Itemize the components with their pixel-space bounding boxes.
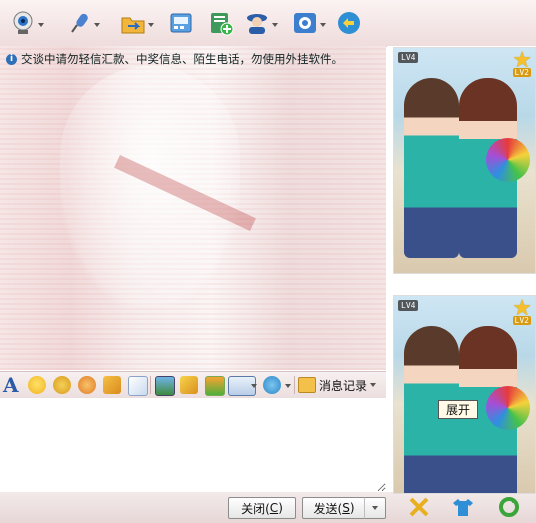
magic-emoticon-icon[interactable] (53, 376, 71, 394)
send-button[interactable]: 发送(S) (302, 497, 366, 519)
gift-icon[interactable] (205, 376, 225, 396)
close-button-label-pre: 关闭( (241, 501, 270, 516)
vip-level: LV2 (512, 316, 531, 325)
app-settings-button[interactable] (288, 8, 328, 40)
thumbs-icon[interactable] (103, 376, 121, 394)
level-badge: LV4 (398, 52, 419, 63)
sms-button[interactable] (164, 8, 204, 40)
skin-background-figure (60, 66, 240, 306)
chat-toolbar (0, 0, 536, 47)
close-button[interactable]: 关闭(C) (228, 497, 296, 519)
profile-panel: LV4 ★ LV2 LV4 ★ LV2 (387, 46, 536, 494)
history-icon (298, 377, 316, 393)
chevron-down-icon (372, 506, 378, 510)
chevron-down-icon[interactable] (285, 384, 291, 388)
refresh-icon[interactable] (498, 496, 520, 518)
show-toolbar (394, 493, 534, 521)
divider (150, 376, 151, 394)
info-icon: i (6, 53, 17, 65)
image-icon[interactable] (155, 376, 175, 396)
create-group-button[interactable] (204, 8, 244, 40)
message-input[interactable] (0, 398, 386, 492)
my-show-image[interactable]: LV4 ★ LV2 (393, 295, 536, 494)
level-badge: LV4 (398, 300, 419, 311)
chevron-down-icon[interactable] (94, 23, 100, 27)
create-group-icon (211, 13, 234, 36)
chevron-down-icon[interactable] (38, 23, 44, 27)
chevron-down-icon[interactable] (251, 384, 257, 388)
chevron-down-icon[interactable] (272, 23, 278, 27)
emoticon-icon[interactable] (28, 376, 46, 394)
chevron-down-icon[interactable] (370, 383, 377, 387)
user-info-button[interactable] (240, 8, 280, 40)
music-icon[interactable] (180, 376, 198, 394)
sms-icon (170, 13, 192, 33)
font-icon[interactable]: A (3, 373, 19, 397)
remote-assist-icon (338, 12, 360, 34)
format-toolbar: A 消息记录 (0, 371, 386, 399)
clothes-icon[interactable] (452, 496, 474, 518)
close-button-label-post: ) (278, 501, 283, 515)
xshow-icon[interactable] (408, 496, 430, 518)
user-info-icon (247, 14, 267, 34)
scribble-icon[interactable] (78, 376, 96, 394)
payment-icon[interactable] (263, 376, 281, 394)
webcam-icon (13, 11, 33, 34)
chat-history-area[interactable] (0, 46, 386, 370)
close-button-key: C (269, 501, 279, 515)
screenshot-icon[interactable] (128, 376, 148, 396)
chevron-down-icon[interactable] (320, 23, 326, 27)
app-settings-icon (294, 13, 316, 33)
remote-assist-button[interactable] (332, 8, 372, 40)
photo-pinwheel (486, 138, 530, 182)
message-history-label: 消息记录 (319, 378, 368, 393)
webcam-button[interactable] (6, 8, 46, 40)
folder-transfer-icon (121, 17, 145, 34)
send-button-label-pre: 发送( (313, 501, 343, 516)
contact-show-image[interactable]: LV4 ★ LV2 (393, 47, 536, 274)
security-warning-text: 交谈中请勿轻信汇款、中奖信息、陌生电话，勿使用外挂软件。 (21, 52, 343, 66)
vip-level: LV2 (512, 68, 531, 77)
send-button-key: S (342, 501, 350, 515)
expand-tooltip: 展开 (438, 400, 478, 419)
message-history-button[interactable]: 消息记录 (298, 375, 377, 395)
photo-pinwheel (486, 386, 530, 430)
send-options-button[interactable] (364, 497, 386, 519)
file-transfer-button[interactable] (116, 8, 156, 40)
microphone-icon (71, 13, 88, 33)
send-button-label-post: ) (349, 501, 355, 515)
voice-button[interactable] (62, 8, 102, 40)
photo-person-left (404, 78, 459, 258)
chevron-down-icon[interactable] (148, 23, 154, 27)
security-warning: i 交谈中请勿轻信汇款、中奖信息、陌生电话，勿使用外挂软件。 (6, 51, 386, 67)
divider (294, 376, 295, 394)
